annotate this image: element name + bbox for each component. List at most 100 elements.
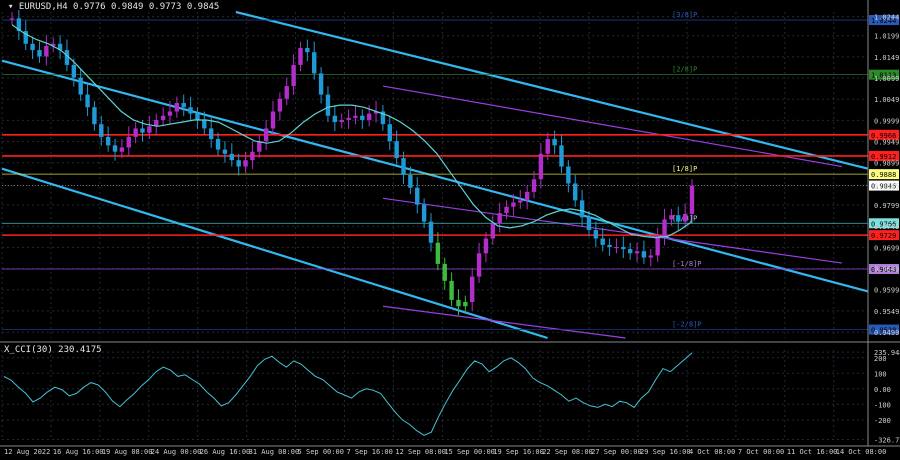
candle-body [470, 276, 475, 303]
candle-body [147, 126, 152, 133]
candle-body [559, 145, 564, 167]
cci-title-text: X_CCI(30) 230.4175 [4, 345, 102, 355]
candle-body [655, 236, 660, 256]
candle-body [160, 115, 166, 120]
candle-body [263, 128, 269, 142]
y-tick-label: 0.9799 [874, 202, 899, 210]
candle-body [476, 253, 482, 277]
candle-body [415, 187, 420, 205]
symbol-header: ▾ EURUSD,H4 0.9776 0.9849 0.9773 0.9845 [8, 2, 219, 12]
x-tick-label: 11 Oct 16:00 [787, 448, 838, 456]
x-tick-label: 26 Aug 16:00 [200, 448, 251, 456]
candle-body [552, 139, 557, 146]
candle-body [332, 115, 338, 123]
x-tick-label: 22 Sep 08:00 [542, 448, 593, 456]
candle-body [531, 179, 537, 192]
dropdown-arrow-icon[interactable]: ▾ [8, 2, 13, 12]
chart-background [0, 0, 900, 460]
candle-body [250, 151, 255, 161]
murrey-level-tag: [2/8]P [672, 66, 697, 74]
x-tick-label: 27 Sep 00:00 [591, 448, 642, 456]
candle-body [44, 45, 49, 57]
candle-body [360, 115, 365, 120]
candle-body [318, 73, 324, 95]
y-tick-label: 1.0049 [874, 96, 899, 104]
candle-body [140, 128, 145, 133]
y-tick-label: 0.9749 [874, 223, 899, 231]
candle-body [497, 213, 502, 224]
candle-body [85, 94, 90, 108]
candle-body [524, 191, 530, 201]
y-tick-label: 0.9845 [874, 183, 899, 191]
cci-tick-label: -326.7732 [874, 436, 900, 444]
x-tick-label: 19 Aug 08:00 [102, 448, 153, 456]
candle-body [353, 115, 358, 118]
y-tick-label: 1.0099 [874, 75, 899, 83]
cci-tick-label: 200 [874, 355, 887, 363]
candle-body [490, 223, 496, 239]
candle-body [456, 299, 461, 307]
candle-body [325, 94, 331, 116]
x-tick-label: 24 Aug 00:00 [151, 448, 202, 456]
candle-body [312, 52, 317, 74]
candle-body [202, 119, 207, 129]
candle-body [689, 185, 695, 214]
murrey-level-tag: [3/8]P [672, 11, 697, 19]
candle-body [229, 153, 234, 161]
candle-body [566, 166, 571, 184]
candle-body [30, 43, 35, 51]
y-tick-label: 1.0149 [874, 54, 899, 62]
candle-body [119, 147, 125, 152]
y-tick-label: 0.9699 [874, 244, 899, 252]
candle-body [9, 18, 15, 20]
candle-body [92, 107, 97, 125]
y-tick-label: 0.9599 [874, 287, 899, 295]
candle-body [586, 217, 592, 231]
candle-body [243, 160, 248, 167]
x-tick-label: 14 Oct 08:00 [836, 448, 887, 456]
candle-body [291, 64, 296, 87]
candle-body [408, 175, 413, 188]
candle-body [71, 64, 77, 78]
candle-body [215, 139, 221, 150]
y-tick-label: 1.0244 [874, 14, 899, 22]
level-price-text: 0.9729 [871, 232, 896, 240]
candle-body [99, 124, 104, 137]
candle-body [37, 50, 42, 57]
candle-body [78, 77, 83, 95]
candle-body [662, 219, 667, 237]
candle-body [298, 47, 303, 65]
y-tick-label: 0.9549 [874, 308, 899, 316]
candle-body [181, 103, 186, 108]
candle-body [208, 128, 214, 140]
candle-body [126, 136, 131, 148]
candle-body [634, 251, 640, 254]
candle-body [669, 215, 674, 220]
candle-body [511, 202, 516, 207]
candle-body [614, 246, 619, 249]
candle-body [394, 141, 399, 159]
y-tick-label: 0.9899 [874, 160, 899, 168]
candle-body [538, 153, 544, 180]
murrey-level-tag: [1/8]P [672, 165, 697, 173]
x-tick-label: 29 Sep 16:00 [640, 448, 691, 456]
candle-body [676, 215, 681, 222]
candle-body [167, 111, 173, 116]
candle-body [545, 139, 550, 154]
candle-body [105, 136, 111, 146]
candle-body [682, 213, 688, 222]
candle-body [195, 113, 200, 120]
y-tick-label: 0.9999 [874, 117, 899, 125]
y-tick-label: 0.9649 [874, 266, 899, 274]
x-tick-label: 12 Aug 2022 [4, 448, 50, 456]
candle-body [579, 200, 585, 218]
candle-body [401, 158, 406, 175]
y-tick-label: 1.0199 [874, 33, 899, 41]
candle-body [421, 204, 427, 222]
murrey-level-tag: [-1/8]P [672, 260, 702, 268]
x-tick-label: 5 Sep 00:00 [298, 448, 344, 456]
cci-tick-label: 100 [874, 370, 887, 378]
candle-body [339, 119, 344, 123]
x-tick-label: 19 Sep 16:00 [493, 448, 544, 456]
candle-body [236, 160, 241, 167]
